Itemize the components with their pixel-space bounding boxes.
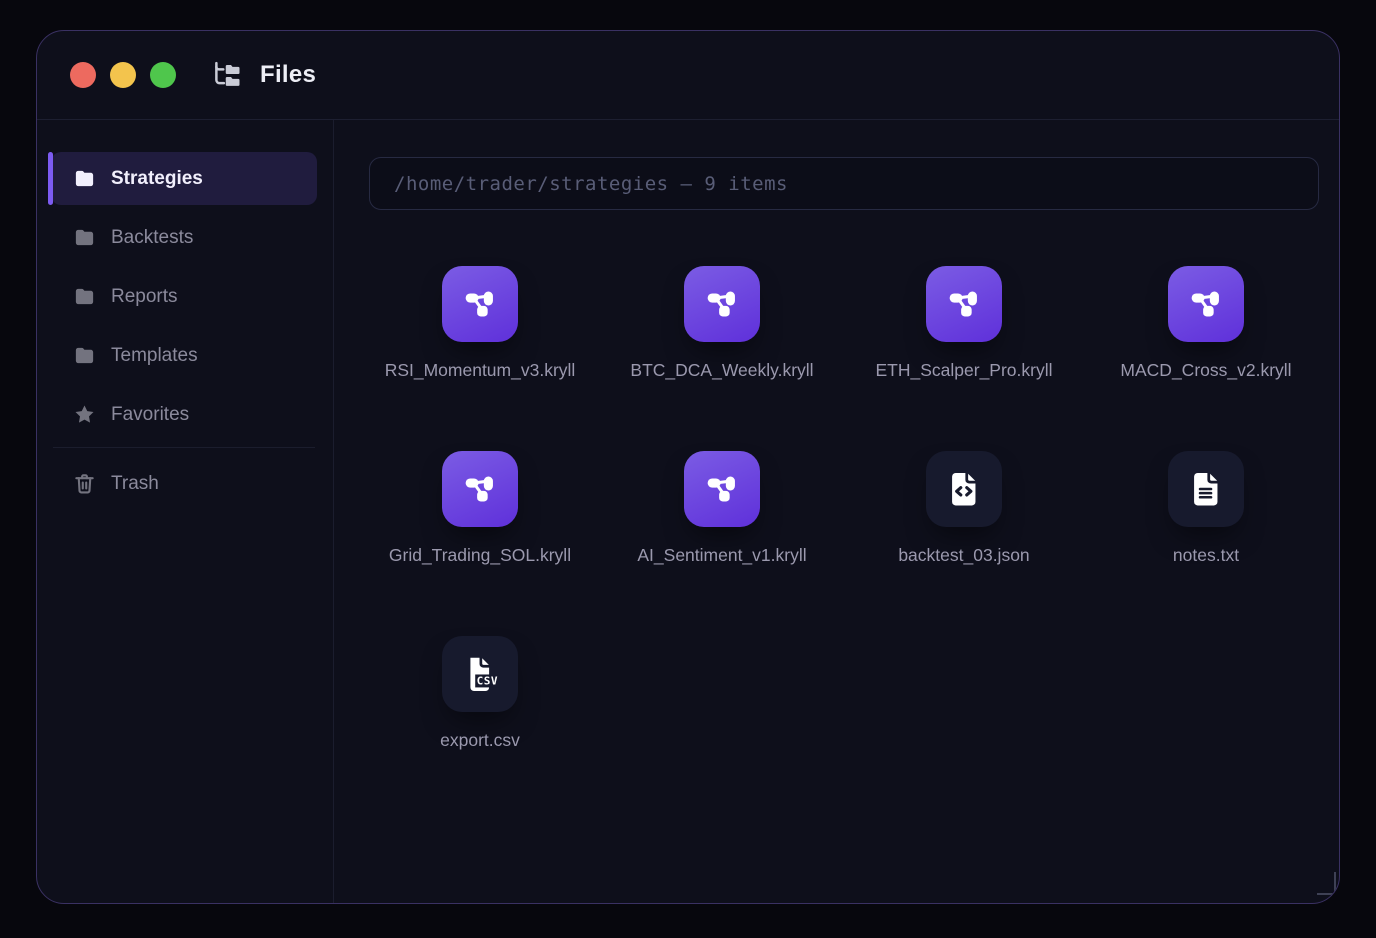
sidebar-item-label: Trash	[111, 473, 159, 495]
file-name-label: BTC_DCA_Weekly.kryll	[630, 357, 813, 383]
file-item-rsi-momentum-v3-kryll[interactable]: CSV RSI_Momentum_v3.kryll	[359, 266, 601, 383]
sidebar-main-list: Strategies Backtests	[37, 152, 333, 441]
kryll-strategy-icon	[699, 281, 745, 327]
file-tile: CSV	[926, 266, 1002, 342]
file-name-label: MACD_Cross_v2.kryll	[1120, 357, 1291, 383]
sidebar-item-label: Favorites	[111, 404, 189, 426]
maximize-button[interactable]	[150, 62, 176, 88]
kryll-strategy-icon	[457, 466, 503, 512]
close-button[interactable]	[70, 62, 96, 88]
sidebar-divider	[53, 447, 315, 448]
file-item-export-csv[interactable]: CSV export.csv	[359, 636, 601, 753]
file-item-backtest-03-json[interactable]: CSV backtest_03.json	[843, 451, 1085, 568]
files-window: Files Strategies	[36, 30, 1340, 904]
file-name-label: export.csv	[440, 727, 520, 753]
folder-icon	[73, 285, 96, 308]
main-content: /home/trader/strategies — 9 items	[334, 120, 1339, 904]
trash-icon	[73, 472, 96, 495]
file-tile: CSV	[442, 266, 518, 342]
kryll-strategy-icon	[941, 281, 987, 327]
file-name-label: RSI_Momentum_v3.kryll	[385, 357, 576, 383]
folder-tree-icon	[212, 60, 242, 90]
sidebar-item-label: Strategies	[111, 168, 203, 190]
file-grid: CSV RSI_Momentum_v3.kryll	[359, 266, 1339, 753]
app-title: Files	[260, 61, 316, 89]
file-name-label: AI_Sentiment_v1.kryll	[637, 542, 806, 568]
file-item-macd-cross-v2-kryll[interactable]: CSV MACD_Cross_v2.kryll	[1085, 266, 1327, 383]
file-item-grid-trading-sol-kryll[interactable]: CSV Grid_Trading_SOL.kryll	[359, 451, 601, 568]
sidebar-item-trash[interactable]: Trash	[51, 457, 317, 510]
file-tile: CSV	[442, 451, 518, 527]
kryll-strategy-icon	[457, 281, 503, 327]
sidebar-item-backtests[interactable]: Backtests	[51, 211, 317, 264]
file-item-btc-dca-weekly-kryll[interactable]: CSV BTC_DCA_Weekly.kryll	[601, 266, 843, 383]
file-name-label: Grid_Trading_SOL.kryll	[389, 542, 571, 568]
file-tile: CSV	[442, 636, 518, 712]
file-tile: CSV	[1168, 451, 1244, 527]
text-file-icon	[1184, 467, 1228, 511]
kryll-strategy-icon	[699, 466, 745, 512]
titlebar: Files	[37, 31, 1339, 120]
file-item-notes-txt[interactable]: CSV notes.txt	[1085, 451, 1327, 568]
sidebar-item-label: Templates	[111, 345, 198, 367]
sidebar-item-label: Backtests	[111, 227, 193, 249]
sidebar-item-templates[interactable]: Templates	[51, 329, 317, 382]
file-tile: CSV	[684, 266, 760, 342]
path-bar[interactable]: /home/trader/strategies — 9 items	[369, 157, 1319, 210]
folder-icon	[73, 226, 96, 249]
minimize-button[interactable]	[110, 62, 136, 88]
sidebar: Strategies Backtests	[37, 120, 334, 904]
file-item-ai-sentiment-v1-kryll[interactable]: CSV AI_Sentiment_v1.kryll	[601, 451, 843, 568]
sidebar-item-strategies[interactable]: Strategies	[51, 152, 317, 205]
sidebar-item-favorites[interactable]: Favorites	[51, 388, 317, 441]
sidebar-bottom-list: Trash	[37, 457, 333, 510]
file-name-label: backtest_03.json	[898, 542, 1029, 568]
file-name-label: notes.txt	[1173, 542, 1239, 568]
kryll-strategy-icon	[1183, 281, 1229, 327]
star-icon	[73, 403, 96, 426]
folder-icon	[73, 167, 96, 190]
sidebar-item-label: Reports	[111, 286, 178, 308]
resize-handle-icon[interactable]	[1317, 872, 1336, 895]
json-file-icon	[942, 467, 986, 511]
csv-file-icon: CSV	[457, 651, 503, 697]
file-item-eth-scalper-pro-kryll[interactable]: CSV ETH_Scalper_Pro.kryll	[843, 266, 1085, 383]
file-tile: CSV	[684, 451, 760, 527]
file-tile: CSV	[1168, 266, 1244, 342]
file-tile: CSV	[926, 451, 1002, 527]
file-name-label: ETH_Scalper_Pro.kryll	[876, 357, 1053, 383]
sidebar-item-reports[interactable]: Reports	[51, 270, 317, 323]
svg-text:CSV: CSV	[477, 675, 498, 688]
folder-icon	[73, 344, 96, 367]
